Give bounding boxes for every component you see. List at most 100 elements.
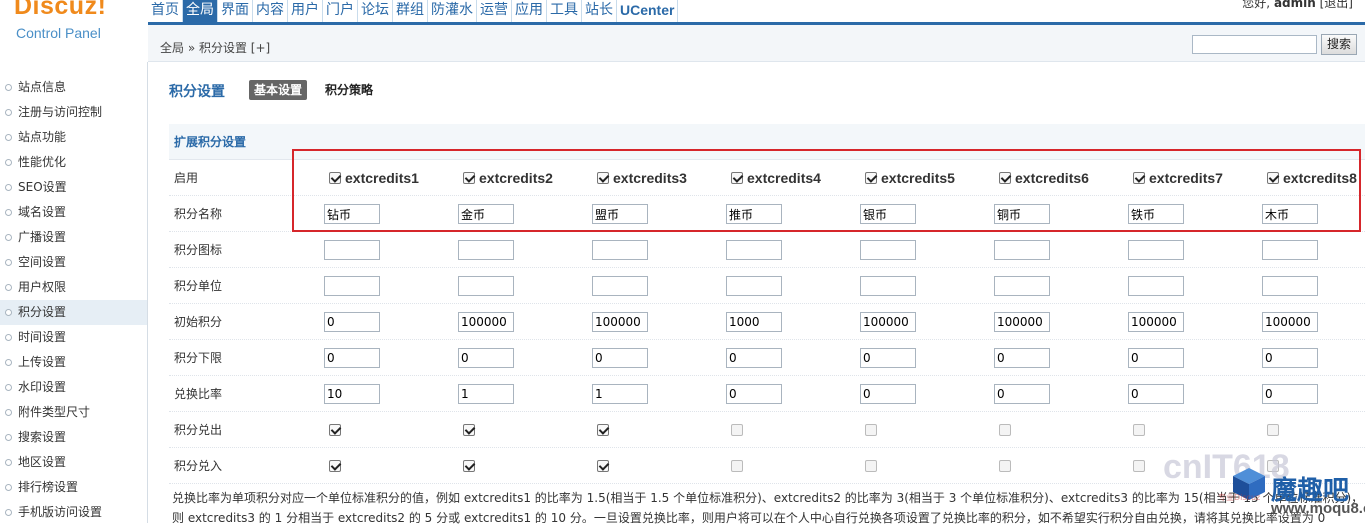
row-label: 初始积分 xyxy=(174,304,222,340)
input-initial-3[interactable] xyxy=(592,312,648,332)
checkbox-in-6[interactable] xyxy=(999,460,1011,472)
input-ratio-6[interactable] xyxy=(994,384,1050,404)
sidebar-item-5[interactable]: 域名设置 xyxy=(0,200,147,225)
input-lower-1[interactable] xyxy=(324,348,380,368)
sidebar-item-14[interactable]: 搜索设置 xyxy=(0,425,147,450)
sidebar-item-6[interactable]: 广播设置 xyxy=(0,225,147,250)
sidebar-item-8[interactable]: 用户权限 xyxy=(0,275,147,300)
input-ratio-4[interactable] xyxy=(726,384,782,404)
checkbox-in-2[interactable] xyxy=(463,460,475,472)
checkbox-in-4[interactable] xyxy=(731,460,743,472)
nav-item-4[interactable]: 用户 xyxy=(288,0,323,22)
search-input[interactable] xyxy=(1192,35,1317,54)
input-ratio-5[interactable] xyxy=(860,384,916,404)
nav-item-13[interactable]: UCenter xyxy=(617,0,678,22)
input-initial-2[interactable] xyxy=(458,312,514,332)
input-initial-4[interactable] xyxy=(726,312,782,332)
input-ratio-1[interactable] xyxy=(324,384,380,404)
nav-item-12[interactable]: 站长 xyxy=(582,0,617,22)
tab-basic-settings[interactable]: 基本设置 xyxy=(249,80,307,100)
checkbox-in-1[interactable] xyxy=(329,460,341,472)
checkbox-out-1[interactable] xyxy=(329,424,341,436)
checkbox-in-7[interactable] xyxy=(1133,460,1145,472)
input-unit-6[interactable] xyxy=(994,276,1050,296)
nav-item-5[interactable]: 门户 xyxy=(323,0,358,22)
nav-item-10[interactable]: 应用 xyxy=(512,0,547,22)
sidebar-item-13[interactable]: 附件类型尺寸 xyxy=(0,400,147,425)
nav-item-1[interactable]: 全局 xyxy=(183,0,218,22)
nav-item-9[interactable]: 运营 xyxy=(477,0,512,22)
input-icon-4[interactable] xyxy=(726,240,782,260)
input-unit-8[interactable] xyxy=(1262,276,1318,296)
logo-subtitle: Control Panel xyxy=(16,25,101,41)
input-unit-5[interactable] xyxy=(860,276,916,296)
input-unit-7[interactable] xyxy=(1128,276,1184,296)
sidebar-item-7[interactable]: 空间设置 xyxy=(0,250,147,275)
checkbox-out-3[interactable] xyxy=(597,424,609,436)
input-lower-8[interactable] xyxy=(1262,348,1318,368)
input-icon-1[interactable] xyxy=(324,240,380,260)
checkbox-out-2[interactable] xyxy=(463,424,475,436)
sidebar-item-0[interactable]: 站点信息 xyxy=(0,75,147,100)
sidebar-item-16[interactable]: 排行榜设置 xyxy=(0,475,147,500)
input-icon-5[interactable] xyxy=(860,240,916,260)
sidebar-item-10[interactable]: 时间设置 xyxy=(0,325,147,350)
nav-item-0[interactable]: 首页 xyxy=(148,0,183,22)
sidebar-item-3[interactable]: 性能优化 xyxy=(0,150,147,175)
breadcrumb[interactable]: 全局 » 积分设置 [+] xyxy=(160,39,270,56)
sidebar-item-label: 上传设置 xyxy=(18,355,66,369)
input-ratio-3[interactable] xyxy=(592,384,648,404)
input-lower-4[interactable] xyxy=(726,348,782,368)
input-initial-5[interactable] xyxy=(860,312,916,332)
checkbox-out-5[interactable] xyxy=(865,424,877,436)
input-initial-8[interactable] xyxy=(1262,312,1318,332)
logout-link[interactable]: [退出] xyxy=(1320,0,1353,10)
checkbox-in-5[interactable] xyxy=(865,460,877,472)
nav-item-2[interactable]: 界面 xyxy=(218,0,253,22)
input-ratio-7[interactable] xyxy=(1128,384,1184,404)
input-initial-6[interactable] xyxy=(994,312,1050,332)
sidebar-item-17[interactable]: 手机版访问设置 xyxy=(0,500,147,525)
checkbox-out-6[interactable] xyxy=(999,424,1011,436)
checkbox-out-4[interactable] xyxy=(731,424,743,436)
nav-item-8[interactable]: 防灌水 xyxy=(428,0,477,22)
input-ratio-8[interactable] xyxy=(1262,384,1318,404)
input-icon-8[interactable] xyxy=(1262,240,1318,260)
nav-item-3[interactable]: 内容 xyxy=(253,0,288,22)
input-lower-6[interactable] xyxy=(994,348,1050,368)
input-unit-2[interactable] xyxy=(458,276,514,296)
input-lower-2[interactable] xyxy=(458,348,514,368)
input-lower-5[interactable] xyxy=(860,348,916,368)
input-unit-4[interactable] xyxy=(726,276,782,296)
search-button[interactable]: 搜索 xyxy=(1321,34,1357,55)
input-ratio-2[interactable] xyxy=(458,384,514,404)
sidebar-item-2[interactable]: 站点功能 xyxy=(0,125,147,150)
nav-item-7[interactable]: 群组 xyxy=(393,0,428,22)
input-lower-3[interactable] xyxy=(592,348,648,368)
row-label: 积分兑出 xyxy=(174,412,222,448)
sidebar-item-12[interactable]: 水印设置 xyxy=(0,375,147,400)
sidebar-item-label: 手机版访问设置 xyxy=(18,505,102,519)
sidebar-item-15[interactable]: 地区设置 xyxy=(0,450,147,475)
input-unit-3[interactable] xyxy=(592,276,648,296)
input-icon-7[interactable] xyxy=(1128,240,1184,260)
checkbox-in-3[interactable] xyxy=(597,460,609,472)
tab-credit-strategy[interactable]: 积分策略 xyxy=(325,80,373,100)
input-unit-1[interactable] xyxy=(324,276,380,296)
input-icon-6[interactable] xyxy=(994,240,1050,260)
checkbox-out-8[interactable] xyxy=(1267,424,1279,436)
sidebar-item-1[interactable]: 注册与访问控制 xyxy=(0,100,147,125)
sidebar-item-9[interactable]: 积分设置 xyxy=(0,300,147,325)
sidebar-item-label: 附件类型尺寸 xyxy=(18,405,90,419)
input-initial-1[interactable] xyxy=(324,312,380,332)
input-icon-3[interactable] xyxy=(592,240,648,260)
sidebar-item-4[interactable]: SEO设置 xyxy=(0,175,147,200)
input-icon-2[interactable] xyxy=(458,240,514,260)
checkbox-out-7[interactable] xyxy=(1133,424,1145,436)
nav-item-6[interactable]: 论坛 xyxy=(358,0,393,22)
input-lower-7[interactable] xyxy=(1128,348,1184,368)
sidebar-item-11[interactable]: 上传设置 xyxy=(0,350,147,375)
input-initial-7[interactable] xyxy=(1128,312,1184,332)
logo[interactable]: Discuz! Control Panel xyxy=(0,0,148,62)
nav-item-11[interactable]: 工具 xyxy=(547,0,582,22)
